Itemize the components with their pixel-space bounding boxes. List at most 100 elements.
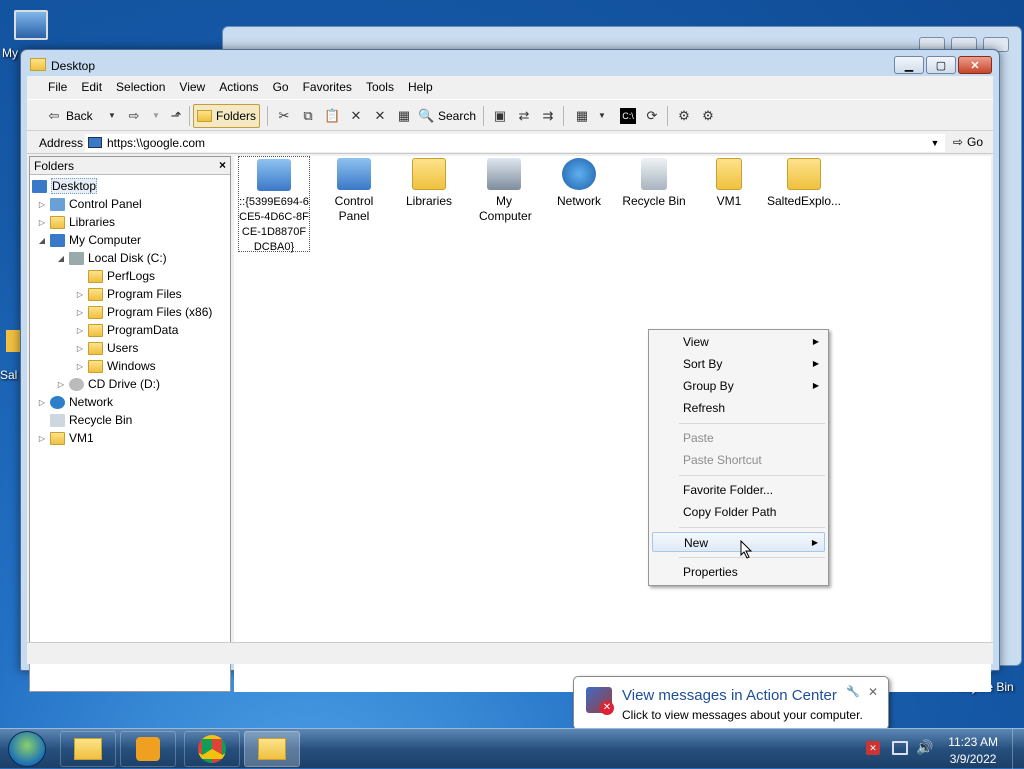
- cut-button[interactable]: ✂: [273, 104, 295, 128]
- show-desktop-button[interactable]: [1012, 729, 1024, 769]
- search-button[interactable]: 🔍 Search: [415, 104, 479, 128]
- menu-item-new[interactable]: New ▶: [652, 532, 825, 552]
- network-tray-icon[interactable]: [892, 741, 908, 755]
- delete-permanently-button[interactable]: ✕: [369, 104, 391, 128]
- taskbar-media-player[interactable]: [120, 731, 176, 767]
- file-item-libraries[interactable]: Libraries: [393, 156, 465, 209]
- maximize-button[interactable]: ▢: [926, 56, 956, 74]
- minimize-button[interactable]: ▁: [894, 56, 924, 74]
- tree-item-desktop[interactable]: Desktop: [32, 177, 98, 195]
- new-folder-button[interactable]: ▣: [489, 104, 511, 128]
- up-button[interactable]: ⬏: [165, 104, 187, 128]
- expand-icon[interactable]: ▷: [38, 434, 46, 443]
- chevron-down-icon[interactable]: ▼: [927, 134, 943, 152]
- close-icon[interactable]: ×: [219, 158, 226, 172]
- expand-icon[interactable]: ▷: [76, 362, 84, 371]
- forward-button[interactable]: ⇨: [123, 104, 145, 128]
- tree-item-vm1[interactable]: ▷ VM1: [38, 429, 94, 447]
- menu-item-properties[interactable]: Properties: [652, 562, 825, 582]
- expand-icon[interactable]: ▷: [38, 218, 46, 227]
- expand-icon[interactable]: ▷: [76, 344, 84, 353]
- go-button[interactable]: ⇨ Go: [953, 135, 983, 149]
- explorer-window[interactable]: Desktop ▁ ▢ ✕ File Edit Selection View A…: [20, 49, 1000, 692]
- wrench-icon[interactable]: 🔧: [846, 685, 860, 698]
- back-button[interactable]: ⇦ Back: [43, 104, 96, 128]
- view-mode-button[interactable]: ▦ ▼: [571, 104, 613, 128]
- tree-item-recycle-bin[interactable]: Recycle Bin: [38, 411, 132, 429]
- volume-icon[interactable]: 🔊: [916, 739, 933, 756]
- expand-icon[interactable]: ▷: [76, 326, 84, 335]
- menu-actions[interactable]: Actions: [212, 80, 265, 94]
- tree-item-programdata[interactable]: ▷ ProgramData: [76, 321, 178, 339]
- menu-tools[interactable]: Tools: [359, 80, 401, 94]
- desktop-icon-salted[interactable]: Sal: [0, 330, 24, 382]
- tree-item-users[interactable]: ▷ Users: [76, 339, 138, 357]
- menu-item-copy-folder-path[interactable]: Copy Folder Path: [652, 502, 825, 522]
- tree-item-program-files[interactable]: ▷ Program Files: [76, 285, 182, 303]
- clock[interactable]: 11:23 AM 3/9/2022: [948, 734, 998, 768]
- address-value: https:\\google.com: [107, 136, 206, 150]
- copy-to-button[interactable]: ⇄: [513, 104, 535, 128]
- tree-item-local-disk[interactable]: ◢ Local Disk (C:): [57, 249, 167, 267]
- menu-item-paste[interactable]: Paste: [652, 428, 825, 448]
- menu-item-paste-shortcut[interactable]: Paste Shortcut: [652, 450, 825, 470]
- tree-item-libraries[interactable]: ▷ Libraries: [38, 213, 115, 231]
- expand-icon[interactable]: ▷: [57, 380, 65, 389]
- menu-item-refresh[interactable]: Refresh: [652, 398, 825, 418]
- folders-button[interactable]: Folders: [193, 104, 261, 128]
- command-prompt-button[interactable]: C:\: [617, 104, 639, 128]
- file-item-clsid[interactable]: ::{5399E694-6CE5-4D6C-8FCE-1D8870FDCBA0}: [238, 156, 310, 253]
- address-input[interactable]: https:\\google.com: [85, 134, 945, 152]
- tree-item-program-files-x86[interactable]: ▷ Program Files (x86): [76, 303, 212, 321]
- tree-item-windows[interactable]: ▷ Windows: [76, 357, 156, 375]
- expand-icon[interactable]: ▷: [38, 398, 46, 407]
- start-button[interactable]: [8, 731, 46, 767]
- file-view[interactable]: ::{5399E694-6CE5-4D6C-8FCE-1D8870FDCBA0}…: [234, 156, 991, 692]
- file-item-control-panel[interactable]: Control Panel: [318, 156, 390, 224]
- file-item-recycle-bin[interactable]: Recycle Bin: [618, 156, 690, 209]
- taskbar-chrome[interactable]: [184, 731, 240, 767]
- expand-icon[interactable]: ▷: [38, 200, 46, 209]
- menu-view[interactable]: View: [172, 80, 212, 94]
- collapse-icon[interactable]: ◢: [38, 236, 46, 245]
- collapse-icon[interactable]: ◢: [57, 254, 65, 263]
- menu-item-view[interactable]: View ▶: [652, 332, 825, 352]
- file-item-network[interactable]: Network: [543, 156, 615, 209]
- go-arrow-icon: ⇨: [952, 135, 963, 149]
- tree-item-perflogs[interactable]: PerfLogs: [76, 267, 155, 285]
- forward-dropdown[interactable]: ▼: [145, 104, 167, 128]
- expand-icon[interactable]: ▷: [76, 290, 84, 299]
- menu-favorites[interactable]: Favorites: [296, 80, 359, 94]
- close-icon[interactable]: ✕: [868, 685, 878, 699]
- menu-edit[interactable]: Edit: [74, 80, 109, 94]
- move-to-button[interactable]: ⇉: [537, 104, 559, 128]
- notification-balloon[interactable]: ✕ View messages in Action Center Click t…: [573, 676, 889, 730]
- tree-item-cd-drive[interactable]: ▷ CD Drive (D:): [57, 375, 160, 393]
- tree-item-control-panel[interactable]: ▷ Control Panel: [38, 195, 142, 213]
- paste-button[interactable]: 📋: [321, 104, 343, 128]
- properties-button[interactable]: ▦: [393, 104, 415, 128]
- file-item-salted-explorer[interactable]: SaltedExplo...: [762, 156, 846, 209]
- settings-button[interactable]: ⚙: [673, 104, 695, 128]
- tree-item-network[interactable]: ▷ Network: [38, 393, 113, 411]
- tree-item-my-computer[interactable]: ◢ My Computer: [38, 231, 141, 249]
- taskbar-salted-explorer[interactable]: [244, 731, 300, 767]
- back-dropdown[interactable]: ▼: [101, 104, 123, 128]
- taskbar-explorer[interactable]: [60, 731, 116, 767]
- copy-button[interactable]: ⧉: [297, 104, 319, 128]
- menu-file[interactable]: File: [41, 80, 74, 94]
- options-button[interactable]: ⚙: [697, 104, 719, 128]
- menu-go[interactable]: Go: [266, 80, 296, 94]
- menu-selection[interactable]: Selection: [109, 80, 172, 94]
- close-button[interactable]: ✕: [958, 56, 992, 74]
- expand-icon[interactable]: ▷: [76, 308, 84, 317]
- menu-item-group-by[interactable]: Group By ▶: [652, 376, 825, 396]
- menu-item-sort-by[interactable]: Sort By ▶: [652, 354, 825, 374]
- menu-help[interactable]: Help: [401, 80, 440, 94]
- file-item-vm1[interactable]: VM1: [693, 156, 765, 209]
- menu-item-favorite-folder[interactable]: Favorite Folder...: [652, 480, 825, 500]
- file-item-my-computer[interactable]: My Computer: [468, 156, 540, 224]
- action-center-icon[interactable]: ✕: [866, 741, 880, 755]
- refresh-button[interactable]: ⟳: [641, 104, 663, 128]
- delete-button[interactable]: ✕: [345, 104, 367, 128]
